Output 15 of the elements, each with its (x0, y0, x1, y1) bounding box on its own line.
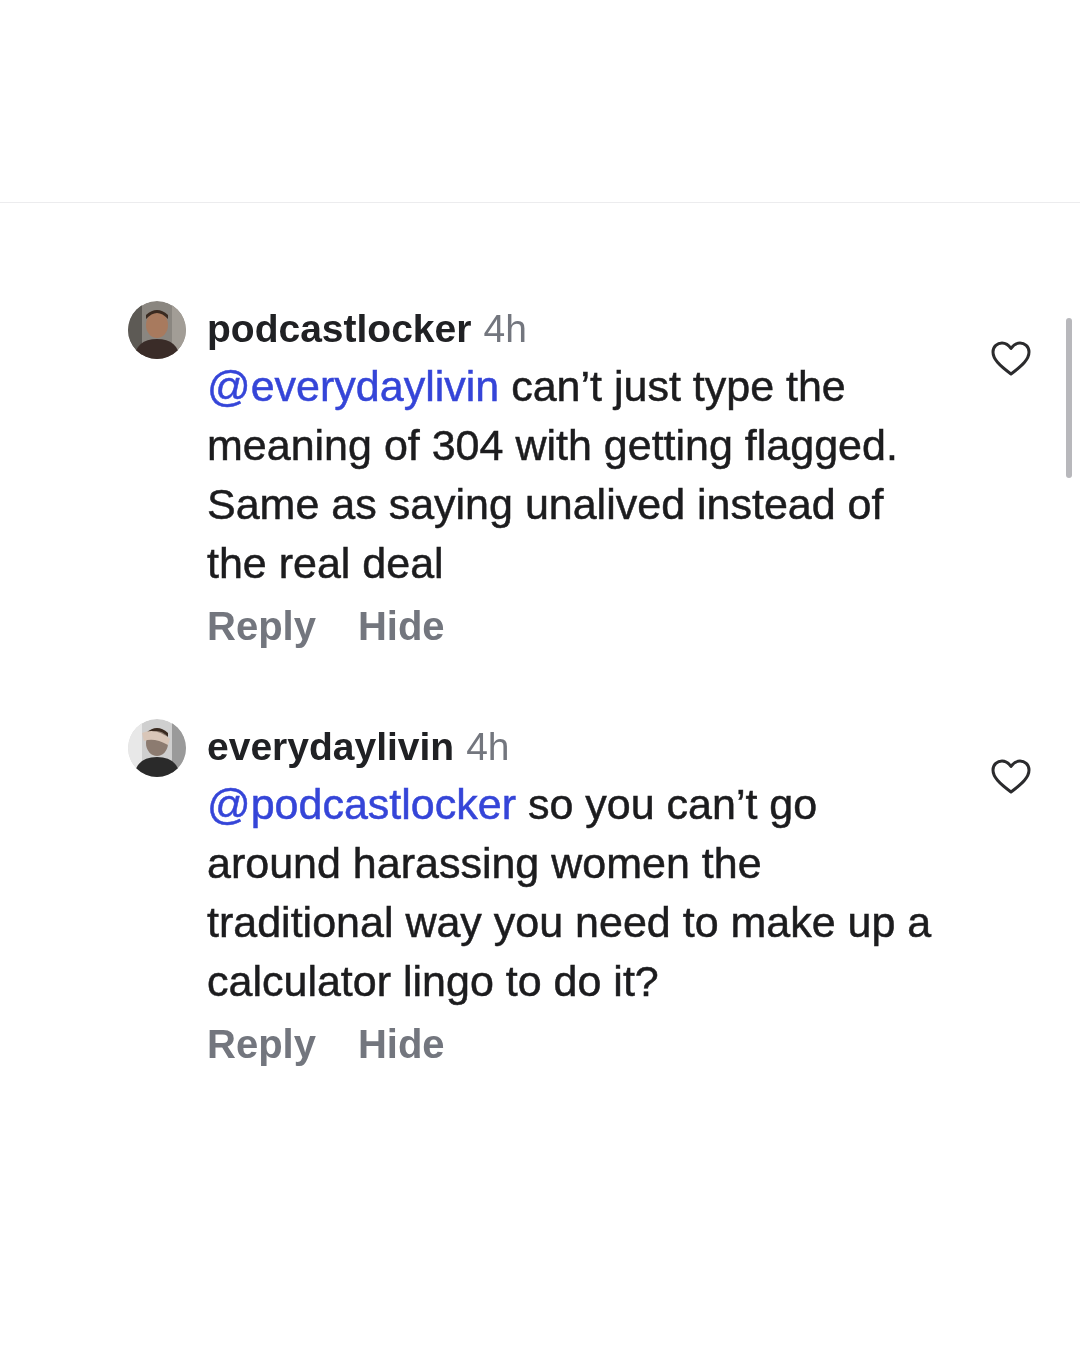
reply-link[interactable]: Reply (207, 601, 316, 651)
reply-link[interactable]: Reply (207, 1019, 316, 1069)
timestamp: 4h (483, 306, 527, 352)
comment-text: @podcastlocker so you can’t go around harassing women the traditional way you need to make up a calculator lingo to do it? (207, 779, 933, 1007)
timestamp: 4h (466, 724, 510, 770)
hide-link[interactable]: Hide (357, 601, 445, 651)
heart-icon[interactable] (991, 341, 1031, 377)
comment-text: @everydaylivin can’t just type the meaning of 304 with getting flagged. Same as saying unalived instead of the real deal (207, 361, 899, 589)
username[interactable]: podcastlocker (207, 301, 472, 357)
mention-link[interactable]: @podcastlocker (207, 780, 516, 828)
heart-icon[interactable] (991, 759, 1031, 795)
username[interactable]: everydaylivin (207, 719, 455, 775)
scrollbar[interactable] (1066, 318, 1072, 478)
hide-link[interactable]: Hide (357, 1019, 445, 1069)
mention-link[interactable]: @everydaylivin (207, 362, 500, 410)
